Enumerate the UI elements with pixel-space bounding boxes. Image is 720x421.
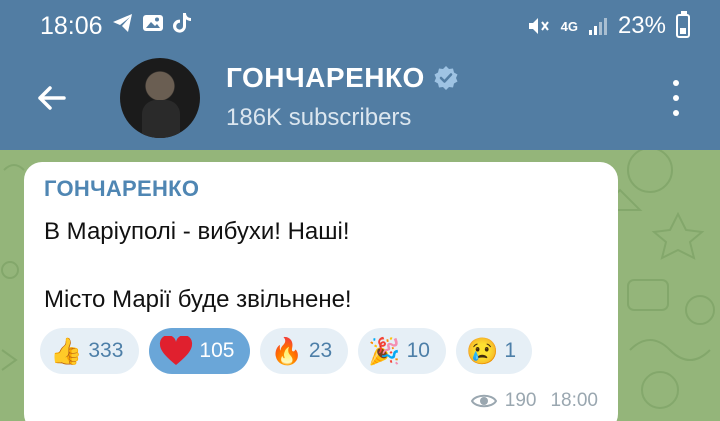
reaction-thumbs-up[interactable]: 👍 333 [40, 328, 140, 374]
message-bubble[interactable]: ГОНЧАРЕНКО В Маріуполі - вибухи! Наші! М… [24, 162, 618, 421]
arrow-left-icon [38, 86, 66, 110]
heart-icon [159, 336, 193, 366]
battery-percent: 23% [617, 12, 666, 39]
view-count: 190 [504, 390, 537, 411]
dot-icon [673, 80, 679, 86]
battery-icon [676, 11, 690, 38]
notification-icons [112, 12, 192, 34]
status-right: 4G 23% [527, 11, 690, 40]
message-sender: ГОНЧАРЕНКО [44, 176, 200, 201]
eye-icon [470, 394, 497, 408]
dot-icon [673, 110, 679, 116]
reaction-count: 333 [88, 339, 124, 362]
more-menu-button[interactable] [664, 80, 688, 116]
gallery-icon [143, 15, 163, 31]
verified-badge-icon [434, 66, 458, 90]
party-popper-icon: 🎉 [368, 336, 401, 366]
thumbs-up-icon: 👍 [50, 336, 83, 366]
reaction-count: 10 [406, 339, 430, 362]
reactions-bar: 👍 333 105 🔥 23 🎉 10 😢 1 [40, 328, 532, 374]
subscriber-count: 186K subscribers [226, 104, 412, 131]
back-button[interactable] [30, 76, 74, 120]
reaction-count: 105 [199, 339, 235, 362]
mute-icon [528, 18, 549, 34]
app-header: 18:06 4G 23% ГОНЧАРЕНКО 186K subscribers [0, 0, 720, 150]
reaction-heart[interactable]: 105 [149, 328, 251, 374]
status-bar: 18:06 4G 23% [0, 0, 720, 50]
message-text-line: Місто Марії буде звільнене! [44, 286, 352, 313]
reaction-fire[interactable]: 🔥 23 [260, 328, 349, 374]
status-time: 18:06 [40, 12, 103, 40]
channel-avatar[interactable] [120, 58, 200, 138]
crying-face-icon: 😢 [465, 336, 499, 366]
dot-icon [673, 95, 679, 101]
channel-name: ГОНЧАРЕНКО [226, 62, 425, 93]
message-text-line: В Маріуполі - вибухи! Наші! [44, 218, 350, 245]
message-time: 18:00 [550, 390, 598, 411]
reaction-count: 1 [504, 339, 516, 362]
fire-icon: 🔥 [270, 336, 303, 366]
reaction-party-popper[interactable]: 🎉 10 [358, 328, 446, 374]
reaction-crying-face[interactable]: 😢 1 [455, 328, 532, 374]
reaction-count: 23 [308, 339, 333, 362]
tiktok-icon [173, 13, 191, 33]
network-type: 4G [560, 18, 578, 34]
telegram-icon [113, 14, 132, 32]
channel-title[interactable]: ГОНЧАРЕНКО [226, 62, 459, 94]
signal-icon [588, 18, 607, 35]
message-meta: 190 18:00 [470, 390, 598, 412]
